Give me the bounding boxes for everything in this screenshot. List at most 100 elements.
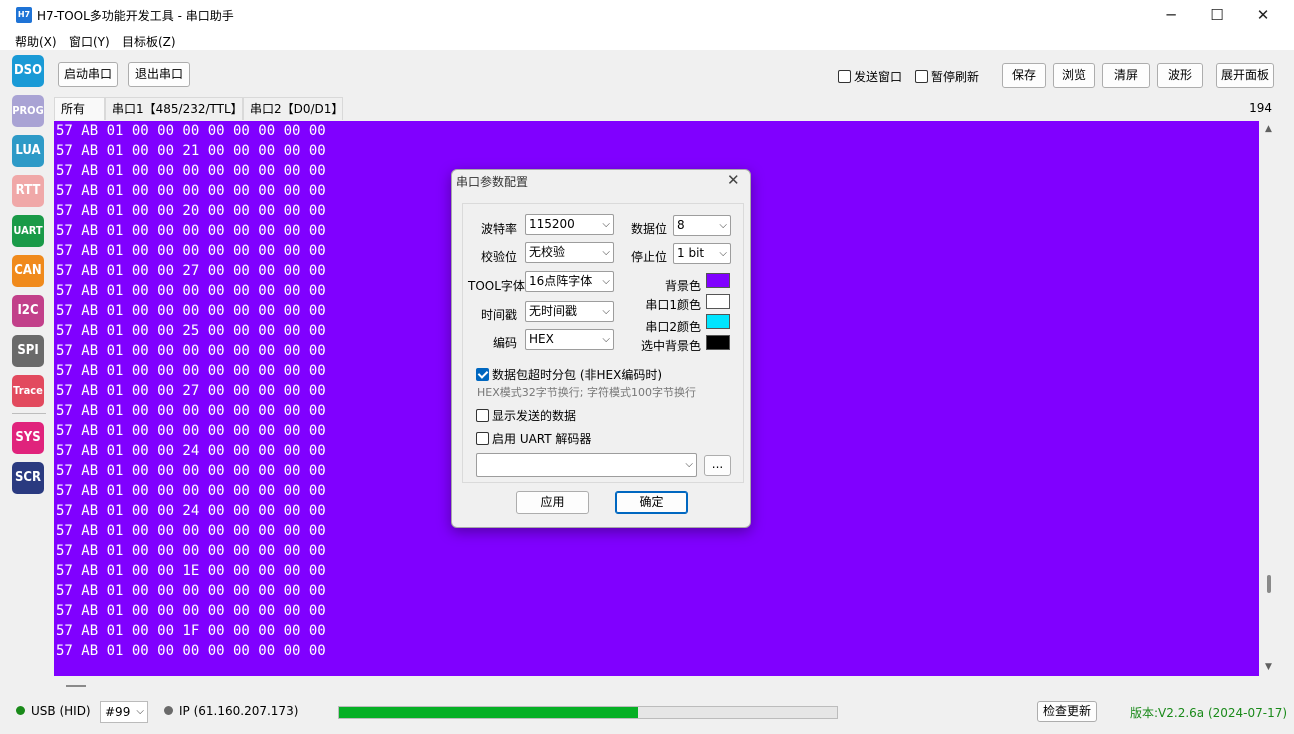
chevron-down-icon: ⌵ [602, 334, 610, 345]
parity-select[interactable]: 无校验 ⌵ [525, 242, 614, 263]
wrap-hint: HEX模式32字节换行; 字符模式100字节换行 [477, 386, 696, 399]
pause-refresh-checkbox[interactable]: 暂停刷新 [915, 68, 979, 84]
sidebar-scr-button[interactable]: SCR [12, 462, 44, 494]
hex-line: 57 AB 01 00 00 00 00 00 00 00 00 [56, 243, 326, 259]
hex-line: 57 AB 01 00 00 00 00 00 00 00 00 [56, 363, 326, 379]
config-group: 波特率 115200 ⌵ 数据位 8 ⌵ 校验位 无校验 ⌵ 停止位 1 bit ⌵ T… [462, 203, 744, 483]
expand-panel-button[interactable]: 展开面板 [1216, 63, 1274, 88]
send-window-check-box[interactable] [838, 70, 851, 83]
sidebar-rtt-button[interactable]: RTT [12, 175, 44, 207]
timestamp-select[interactable]: 无时间戳 ⌵ [525, 301, 614, 322]
chevron-down-icon: ⌵ [685, 459, 693, 470]
pause-refresh-check-box[interactable] [915, 70, 928, 83]
packet-split-checkbox[interactable]: 数据包超时分包 (非HEX编码时) [476, 366, 662, 383]
scroll-thumb[interactable] [1267, 575, 1271, 593]
decoder-browse-button[interactable]: ... [704, 455, 731, 476]
encoding-select[interactable]: HEX ⌵ [525, 329, 614, 350]
packet-split-label: 数据包超时分包 (非HEX编码时) [492, 368, 663, 382]
hex-line: 57 AB 01 00 00 00 00 00 00 00 00 [56, 223, 326, 239]
vertical-scrollbar[interactable]: ▲ ▼ [1260, 121, 1278, 676]
check-update-button[interactable]: 检查更新 [1037, 701, 1097, 722]
ip-status: IP (61.160.207.173) [164, 704, 298, 718]
close-button[interactable]: ✕ [1240, 0, 1286, 31]
show-sent-check-box[interactable] [476, 409, 489, 422]
device-select-value: #99 [105, 705, 131, 719]
ok-button[interactable]: 确定 [615, 491, 688, 514]
hex-line: 57 AB 01 00 00 1E 00 00 00 00 00 [56, 563, 326, 579]
hex-line: 57 AB 01 00 00 27 00 00 00 00 00 [56, 263, 326, 279]
pause-refresh-label: 暂停刷新 [931, 70, 980, 84]
hex-line: 57 AB 01 00 00 00 00 00 00 00 00 [56, 183, 326, 199]
waveform-button[interactable]: 波形 [1157, 63, 1203, 88]
uart-decoder-checkbox[interactable]: 启用 UART 解码器 [476, 430, 591, 447]
bgcolor-swatch[interactable] [706, 273, 730, 288]
dialog-close-icon[interactable]: ✕ [727, 171, 740, 189]
exit-serial-button[interactable]: 退出串口 [128, 62, 190, 87]
chevron-down-icon: ⌵ [602, 247, 610, 258]
packet-counter: 194 [1249, 101, 1272, 115]
hex-line: 57 AB 01 00 00 20 00 00 00 00 00 [56, 203, 326, 219]
packet-split-check-box[interactable] [476, 368, 489, 381]
menu-help[interactable]: 帮助(X) [15, 33, 57, 50]
sidebar-i2c-button[interactable]: I2C [12, 295, 44, 327]
clear-screen-button[interactable]: 清屏 [1102, 63, 1150, 88]
stopbits-select[interactable]: 1 bit ⌵ [673, 243, 731, 264]
sidebar-spi-button[interactable]: SPI [12, 335, 44, 367]
version-label: 版本:V2.2.6a (2024-07-17) [1130, 706, 1288, 720]
send-window-checkbox[interactable]: 发送窗口 [838, 68, 902, 84]
sidebar-trace-button[interactable]: Trace [12, 375, 44, 407]
chevron-down-icon: ⌵ [719, 248, 727, 259]
sidebar-dso-button[interactable]: DSO [12, 55, 44, 87]
scroll-up-icon[interactable]: ▲ [1265, 124, 1272, 134]
show-sent-checkbox[interactable]: 显示发送的数据 [476, 407, 576, 424]
chevron-down-icon: ⌵ [602, 306, 610, 317]
timestamp-value: 无时间戳 [529, 304, 578, 318]
timestamp-label: 时间戳 [480, 308, 517, 322]
maximize-button[interactable]: ☐ [1194, 0, 1240, 31]
horizontal-scrollbar[interactable] [54, 677, 1278, 693]
hex-line: 57 AB 01 00 00 00 00 00 00 00 00 [56, 123, 326, 139]
ip-status-icon [164, 706, 173, 715]
browse-button[interactable]: 浏览 [1053, 63, 1095, 88]
hex-line: 57 AB 01 00 00 00 00 00 00 00 00 [56, 603, 326, 619]
databits-select[interactable]: 8 ⌵ [673, 215, 731, 236]
chevron-down-icon: ⌵ [719, 220, 727, 231]
scroll-down-icon[interactable]: ▼ [1265, 662, 1272, 672]
sidebar-sys-button[interactable]: SYS [12, 422, 44, 454]
bgcolor-label: 背景色 [664, 279, 701, 293]
tab-uart2[interactable]: 串口2【D0/D1】 [243, 97, 343, 120]
font-label: TOOL字体 [468, 279, 525, 293]
font-select[interactable]: 16点阵字体 ⌵ [525, 271, 614, 292]
hex-line: 57 AB 01 00 00 00 00 00 00 00 00 [56, 343, 326, 359]
hex-line: 57 AB 01 00 00 00 00 00 00 00 00 [56, 283, 326, 299]
sidebar-can-button[interactable]: CAN [12, 255, 44, 287]
sidebar-lua-button[interactable]: LUA [12, 135, 44, 167]
apply-button[interactable]: 应用 [516, 491, 589, 514]
decoder-select[interactable]: ⌵ [476, 453, 697, 477]
baud-label: 波特率 [480, 222, 517, 236]
baud-select[interactable]: 115200 ⌵ [525, 214, 614, 235]
uart-decoder-check-box[interactable] [476, 432, 489, 445]
tab-uart1[interactable]: 串口1【485/232/TTL】 [105, 97, 243, 120]
progress-bar [338, 706, 838, 719]
progress-fill [339, 707, 638, 718]
status-bar: USB (HID) #99 ⌵ IP (61.160.207.173) 检查更新 … [8, 699, 1288, 726]
start-serial-button[interactable]: 启动串口 [58, 62, 118, 87]
sidebar-divider [12, 413, 46, 414]
menu-window[interactable]: 窗口(Y) [69, 33, 110, 50]
tab-all[interactable]: 所有 [54, 97, 105, 120]
hex-line: 57 AB 01 00 00 21 00 00 00 00 00 [56, 143, 326, 159]
uart1-color-swatch[interactable] [706, 294, 730, 309]
select-bg-swatch[interactable] [706, 335, 730, 350]
sidebar-prog-button[interactable]: PROG [12, 95, 44, 127]
menu-target-board[interactable]: 目标板(Z) [122, 33, 176, 50]
select-bg-label: 选中背景色 [640, 339, 701, 353]
save-button[interactable]: 保存 [1002, 63, 1046, 88]
sidebar-uart-button[interactable]: UART [12, 215, 44, 247]
minimize-button[interactable]: ─ [1148, 0, 1194, 31]
hscroll-thumb[interactable] [66, 685, 86, 687]
uart2-color-swatch[interactable] [706, 314, 730, 329]
device-select[interactable]: #99 ⌵ [100, 701, 148, 723]
stopbits-value: 1 bit [677, 246, 705, 260]
usb-status-icon [16, 706, 25, 715]
